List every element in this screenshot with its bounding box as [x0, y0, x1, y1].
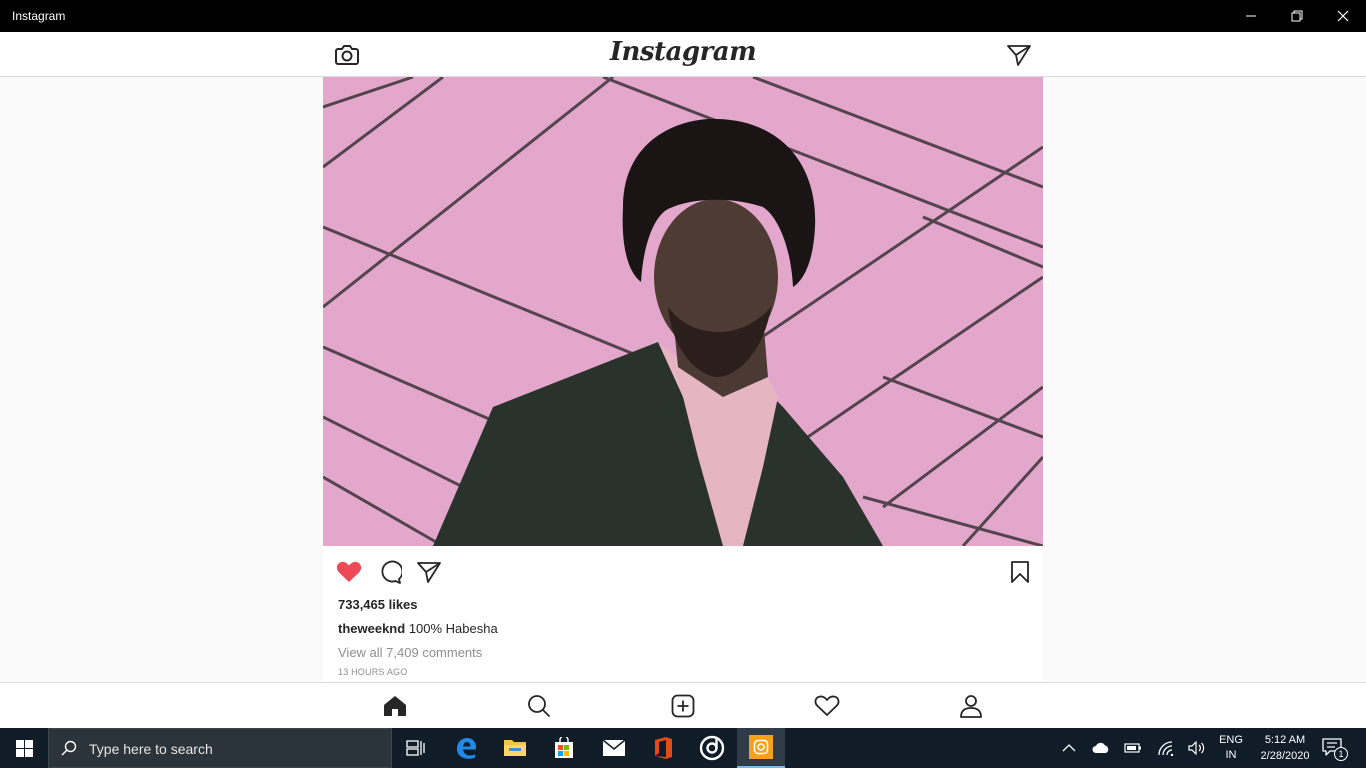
- bottom-navigation: [0, 682, 1366, 728]
- comment-icon: [381, 560, 402, 584]
- restore-icon: [1291, 10, 1303, 22]
- office-icon: [655, 737, 672, 759]
- onedrive-cloud-icon: [1092, 742, 1109, 753]
- clock-time: 5:12 AM: [1264, 734, 1306, 746]
- share-button[interactable]: [415, 558, 443, 586]
- nav-home[interactable]: [382, 693, 408, 719]
- bookmark-icon: [1011, 561, 1029, 583]
- nav-search[interactable]: [526, 693, 552, 719]
- chevron-up-icon: [1062, 744, 1076, 752]
- taskbar-mail[interactable]: [590, 728, 638, 768]
- start-button[interactable]: [0, 728, 48, 768]
- language-region: IN: [1225, 749, 1237, 761]
- caption-text: 100% Habesha: [408, 621, 498, 636]
- post-username[interactable]: theweeknd: [338, 621, 405, 636]
- likes-count[interactable]: 733,465 likes: [338, 597, 418, 612]
- search-icon: [61, 740, 77, 756]
- direct-message-icon: [1007, 45, 1031, 66]
- post-timestamp: 13 HOURS AGO: [338, 667, 408, 677]
- nav-activity[interactable]: [814, 693, 840, 719]
- taskbar-search-box[interactable]: Type here to search: [48, 728, 392, 768]
- notification-count-badge: 1: [1334, 747, 1348, 761]
- taskbar-store[interactable]: [540, 728, 588, 768]
- share-icon: [417, 562, 441, 583]
- heart-filled-icon: [336, 561, 362, 582]
- save-button[interactable]: [1006, 558, 1034, 586]
- post-photo-image: [323, 77, 1043, 546]
- edge-icon: [457, 738, 476, 759]
- taskbar-office[interactable]: [639, 728, 687, 768]
- network-tray[interactable]: [1156, 738, 1176, 758]
- post-caption: theweeknd 100% Habesha: [338, 621, 498, 636]
- task-view-icon: [406, 740, 425, 756]
- camera-icon: [335, 45, 359, 65]
- taskbar-edge[interactable]: [442, 728, 490, 768]
- taskbar-instagram[interactable]: [737, 728, 785, 768]
- action-center-button[interactable]: 1: [1322, 738, 1348, 761]
- close-icon: [1337, 10, 1349, 22]
- speaker-icon: [1188, 741, 1205, 755]
- add-post-icon: [671, 694, 695, 718]
- mail-icon: [602, 739, 626, 756]
- taskbar-file-explorer[interactable]: [491, 728, 539, 768]
- camera-button[interactable]: [334, 42, 360, 68]
- restore-button[interactable]: [1274, 0, 1320, 32]
- task-view-button[interactable]: [392, 728, 440, 768]
- taskbar-search-placeholder: Type here to search: [89, 741, 213, 757]
- window-title: Instagram: [12, 9, 66, 23]
- instagram-icon: [749, 735, 773, 759]
- minimize-icon: [1246, 15, 1256, 17]
- direct-message-button[interactable]: [1006, 42, 1032, 68]
- minimize-button[interactable]: [1228, 0, 1274, 32]
- file-explorer-icon: [504, 740, 526, 756]
- windows-logo-icon: [15, 739, 33, 757]
- view-comments-link[interactable]: View all 7,409 comments: [338, 645, 482, 660]
- wifi-icon: [1158, 741, 1174, 756]
- nav-add-post[interactable]: [670, 693, 696, 719]
- store-icon: [555, 737, 573, 758]
- show-hidden-icons-button[interactable]: [1059, 738, 1079, 758]
- profile-icon: [960, 695, 982, 718]
- taskbar-groove[interactable]: [688, 728, 736, 768]
- language-code: ENG: [1219, 734, 1243, 746]
- app-header: Instagram: [0, 32, 1366, 77]
- groove-icon: [699, 735, 725, 761]
- post-photo[interactable]: [323, 77, 1043, 546]
- volume-tray[interactable]: [1187, 738, 1207, 758]
- onedrive-tray[interactable]: [1091, 738, 1111, 758]
- windows-taskbar: Type here to search ENG IN 5:12 AM 2/28/…: [0, 728, 1366, 768]
- instagram-logo: Instagram: [609, 37, 757, 67]
- home-icon: [384, 696, 406, 716]
- search-icon: [528, 695, 551, 718]
- activity-heart-icon: [814, 695, 840, 716]
- feed-post: 733,465 likes theweeknd 100% Habesha Vie…: [323, 77, 1043, 682]
- input-language-indicator[interactable]: ENG IN: [1216, 733, 1246, 763]
- battery-icon: [1124, 743, 1141, 753]
- clock-date: 2/28/2020: [1260, 750, 1310, 762]
- post-actions-bar: [323, 546, 1043, 596]
- nav-profile[interactable]: [958, 693, 984, 719]
- like-button[interactable]: [335, 558, 363, 586]
- comment-button[interactable]: [376, 558, 404, 586]
- taskbar-clock[interactable]: 5:12 AM 2/28/2020: [1250, 732, 1320, 764]
- battery-tray[interactable]: [1123, 738, 1143, 758]
- window-titlebar: Instagram: [0, 0, 1366, 32]
- close-button[interactable]: [1320, 0, 1366, 32]
